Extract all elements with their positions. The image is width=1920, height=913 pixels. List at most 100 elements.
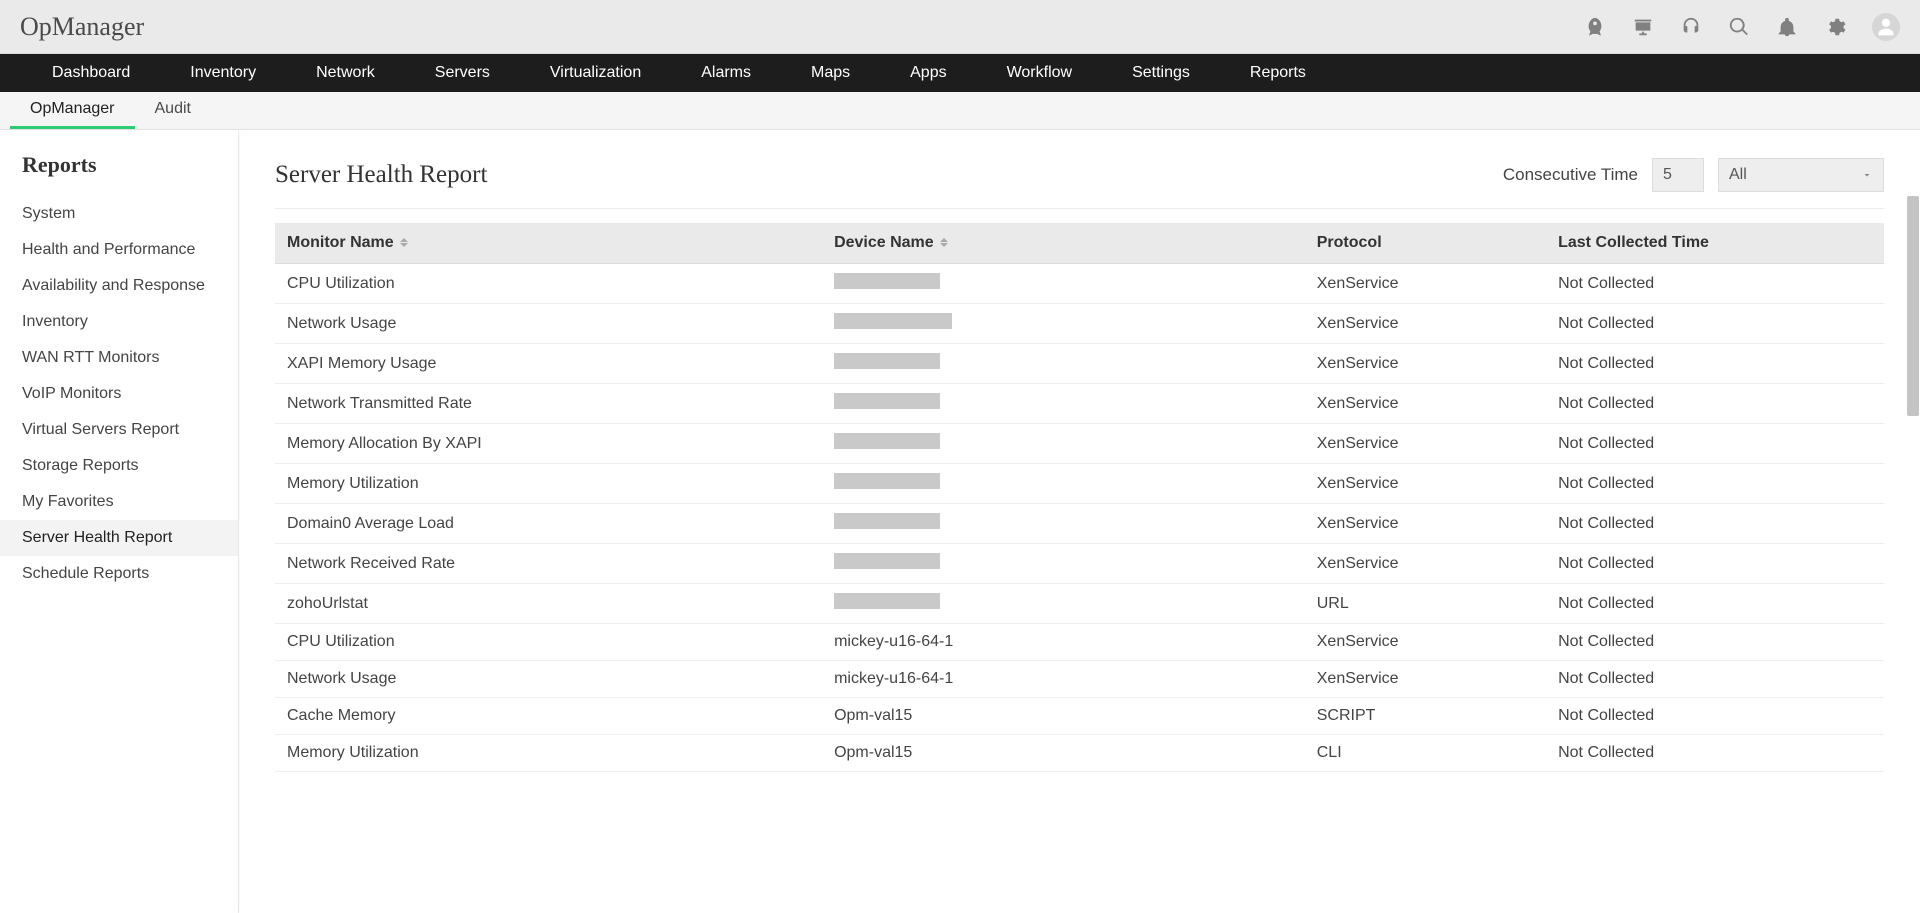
- cell-last-collected: Not Collected: [1546, 544, 1884, 584]
- cell-device-name: mickey-u16-64-1: [822, 624, 1305, 661]
- brand-title: OpManager: [20, 12, 144, 42]
- nav-item-workflow[interactable]: Workflow: [977, 54, 1103, 92]
- report-table-head: Monitor NameDevice NameProtocolLast Coll…: [275, 223, 1884, 264]
- cell-protocol: XenService: [1305, 661, 1546, 698]
- cell-last-collected: Not Collected: [1546, 584, 1884, 624]
- redacted-value: [834, 273, 940, 289]
- cell-last-collected: Not Collected: [1546, 384, 1884, 424]
- cell-monitor-name: Memory Allocation By XAPI: [275, 424, 822, 464]
- sidebar-item-availability-and-response[interactable]: Availability and Response: [0, 268, 238, 304]
- col-protocol[interactable]: Protocol: [1305, 223, 1546, 264]
- sort-indicator-icon: [400, 238, 408, 247]
- headset-icon[interactable]: [1680, 16, 1702, 38]
- sidebar-item-server-health-report[interactable]: Server Health Report: [0, 520, 238, 556]
- user-avatar[interactable]: [1872, 13, 1900, 41]
- table-row[interactable]: CPU UtilizationXenServiceNot Collected: [275, 264, 1884, 304]
- table-row[interactable]: zohoUrlstatURLNot Collected: [275, 584, 1884, 624]
- top-bar: OpManager: [0, 0, 1920, 54]
- sidebar-item-virtual-servers-report[interactable]: Virtual Servers Report: [0, 412, 238, 448]
- page-title: Server Health Report: [275, 161, 487, 189]
- sidebar-title: Reports: [0, 152, 238, 196]
- header-controls: Consecutive Time All: [1503, 158, 1884, 192]
- chevron-down-icon: [1861, 169, 1873, 181]
- sort-indicator-icon: [940, 238, 948, 247]
- cell-protocol: XenService: [1305, 544, 1546, 584]
- nav-item-virtualization[interactable]: Virtualization: [520, 54, 671, 92]
- sidebar-item-wan-rtt-monitors[interactable]: WAN RTT Monitors: [0, 340, 238, 376]
- nav-item-reports[interactable]: Reports: [1220, 54, 1336, 92]
- cell-last-collected: Not Collected: [1546, 624, 1884, 661]
- cell-last-collected: Not Collected: [1546, 264, 1884, 304]
- nav-item-servers[interactable]: Servers: [405, 54, 520, 92]
- filter-select[interactable]: All: [1718, 158, 1884, 192]
- redacted-value: [834, 433, 940, 449]
- content-area: Server Health Report Consecutive Time Al…: [239, 130, 1920, 913]
- scrollbar-thumb[interactable]: [1907, 196, 1919, 416]
- nav-item-alarms[interactable]: Alarms: [671, 54, 781, 92]
- cell-monitor-name: Network Usage: [275, 661, 822, 698]
- sidebar-item-schedule-reports[interactable]: Schedule Reports: [0, 556, 238, 592]
- cell-last-collected: Not Collected: [1546, 661, 1884, 698]
- presentation-icon[interactable]: [1632, 16, 1654, 38]
- nav-item-maps[interactable]: Maps: [781, 54, 880, 92]
- gear-icon[interactable]: [1824, 16, 1846, 38]
- main-nav: DashboardInventoryNetworkServersVirtuali…: [0, 54, 1920, 92]
- table-row[interactable]: Cache MemoryOpm-val15SCRIPTNot Collected: [275, 698, 1884, 735]
- sidebar-item-my-favorites[interactable]: My Favorites: [0, 484, 238, 520]
- nav-item-settings[interactable]: Settings: [1102, 54, 1220, 92]
- cell-device-name: [822, 584, 1305, 624]
- cell-monitor-name: Memory Utilization: [275, 735, 822, 772]
- redacted-value: [834, 353, 940, 369]
- cell-monitor-name: Network Received Rate: [275, 544, 822, 584]
- table-row[interactable]: Network Received Rate XenServiceNot Colle…: [275, 544, 1884, 584]
- cell-protocol: XenService: [1305, 424, 1546, 464]
- cell-device-name: mickey-u16-64-1: [822, 661, 1305, 698]
- sidebar-item-system[interactable]: System: [0, 196, 238, 232]
- table-row[interactable]: Memory UtilizationOpm-val15CLINot Collec…: [275, 735, 1884, 772]
- col-monitor-name[interactable]: Monitor Name: [275, 223, 822, 264]
- rocket-icon[interactable]: [1584, 16, 1606, 38]
- cell-monitor-name: Network Transmitted Rate: [275, 384, 822, 424]
- cell-device-name: Opm-val15: [822, 735, 1305, 772]
- col-device-name[interactable]: Device Name: [822, 223, 1305, 264]
- cell-last-collected: Not Collected: [1546, 698, 1884, 735]
- sidebar-item-health-and-performance[interactable]: Health and Performance: [0, 232, 238, 268]
- cell-last-collected: Not Collected: [1546, 504, 1884, 544]
- subtab-audit[interactable]: Audit: [135, 92, 211, 129]
- table-row[interactable]: Memory UtilizationXenServiceNot Collecte…: [275, 464, 1884, 504]
- table-row[interactable]: Network UsageXenServiceNot Collected: [275, 304, 1884, 344]
- sidebar-item-voip-monitors[interactable]: VoIP Monitors: [0, 376, 238, 412]
- table-row[interactable]: Domain0 Average LoadXenServiceNot Collec…: [275, 504, 1884, 544]
- redacted-value: [834, 513, 940, 529]
- cell-device-name: [822, 344, 1305, 384]
- sidebar-item-inventory[interactable]: Inventory: [0, 304, 238, 340]
- table-row[interactable]: CPU Utilizationmickey-u16-64-1XenService…: [275, 624, 1884, 661]
- search-icon[interactable]: [1728, 16, 1750, 38]
- bell-icon[interactable]: [1776, 16, 1798, 38]
- page-scrollbar[interactable]: [1906, 130, 1920, 913]
- subtab-opmanager[interactable]: OpManager: [10, 92, 135, 129]
- cell-protocol: URL: [1305, 584, 1546, 624]
- table-row[interactable]: Network Usagemickey-u16-64-1XenServiceNo…: [275, 661, 1884, 698]
- nav-item-dashboard[interactable]: Dashboard: [22, 54, 160, 92]
- cell-protocol: XenService: [1305, 464, 1546, 504]
- consecutive-time-label: Consecutive Time: [1503, 165, 1638, 185]
- table-row[interactable]: Memory Allocation By XAPIXenServiceNot C…: [275, 424, 1884, 464]
- table-row[interactable]: XAPI Memory UsageXenServiceNot Collected: [275, 344, 1884, 384]
- nav-item-apps[interactable]: Apps: [880, 54, 976, 92]
- redacted-value: [834, 593, 940, 609]
- nav-item-network[interactable]: Network: [286, 54, 405, 92]
- nav-item-inventory[interactable]: Inventory: [160, 54, 286, 92]
- cell-device-name: [822, 504, 1305, 544]
- consecutive-time-input[interactable]: [1652, 158, 1704, 192]
- col-last-collected-time[interactable]: Last Collected Time: [1546, 223, 1884, 264]
- cell-device-name: [822, 264, 1305, 304]
- reports-sidebar: Reports SystemHealth and PerformanceAvai…: [0, 130, 239, 913]
- cell-protocol: XenService: [1305, 384, 1546, 424]
- top-toolbar: [1584, 13, 1900, 41]
- sidebar-item-storage-reports[interactable]: Storage Reports: [0, 448, 238, 484]
- cell-monitor-name: Memory Utilization: [275, 464, 822, 504]
- cell-protocol: XenService: [1305, 304, 1546, 344]
- table-row[interactable]: Network Transmitted Rate XenServiceNot Co…: [275, 384, 1884, 424]
- cell-protocol: CLI: [1305, 735, 1546, 772]
